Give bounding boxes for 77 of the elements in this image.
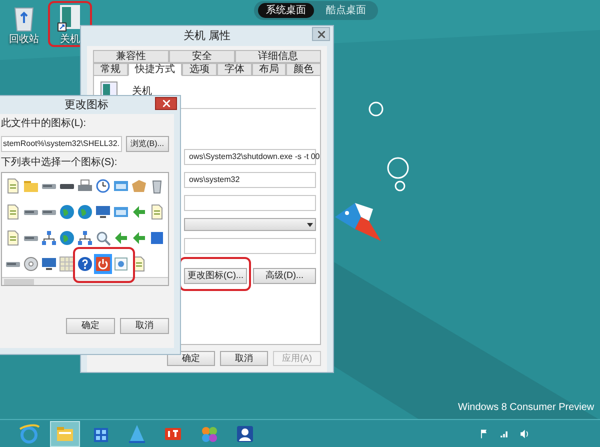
shortcut-name: 关机	[132, 84, 152, 98]
icon-option[interactable]	[40, 228, 58, 248]
network-icon	[41, 230, 57, 246]
icon-option[interactable]	[76, 202, 94, 222]
dialog-button[interactable]: 确定	[167, 351, 215, 366]
monitor-icon	[95, 204, 111, 220]
power-icon	[95, 256, 111, 272]
desktop-tab[interactable]: 酷点桌面	[318, 3, 374, 18]
volume-icon[interactable]	[518, 428, 530, 440]
globe-icon	[77, 204, 93, 220]
network-icon	[77, 230, 93, 246]
close-button[interactable]	[155, 97, 177, 110]
globe-icon	[59, 204, 75, 220]
text-field[interactable]	[184, 195, 316, 211]
printer-icon	[77, 178, 93, 194]
doc-icon	[5, 178, 21, 194]
window-title: 更改图标	[64, 98, 108, 113]
window-icon	[113, 178, 129, 194]
shortcut-icon[interactable]	[57, 4, 83, 32]
desktop-icon-label: 回收站	[9, 34, 39, 46]
tab[interactable]: 布局	[252, 63, 286, 76]
sail-icon	[126, 422, 148, 444]
icon-option[interactable]	[22, 254, 40, 274]
action-button[interactable]: 高级(D)...	[253, 268, 316, 284]
monitor-icon	[41, 256, 57, 272]
tab[interactable]: 选项	[182, 63, 218, 76]
window-title: 关机 属性	[183, 28, 231, 44]
search-icon	[95, 230, 111, 246]
caret-icon	[307, 222, 313, 226]
close-icon	[318, 30, 324, 38]
tab[interactable]: 安全	[169, 50, 235, 63]
disc-icon	[23, 256, 39, 272]
field-label: 此文件中的图标(L):	[1, 118, 87, 130]
close-icon	[162, 100, 170, 107]
tab[interactable]: 详细信息	[235, 50, 321, 63]
ie-icon	[18, 422, 40, 444]
clock-icon	[95, 178, 111, 194]
square-icon	[149, 230, 165, 246]
dialog-button[interactable]: 取消	[220, 351, 268, 366]
bubble-icon	[368, 101, 384, 117]
grid-icon	[59, 256, 75, 272]
arrow-icon	[131, 230, 147, 246]
doc-icon	[5, 230, 21, 246]
arrow-icon	[131, 204, 147, 220]
action-button[interactable]: 更改图标(C)...	[184, 268, 247, 284]
text-field[interactable]	[184, 238, 316, 254]
icon-option[interactable]	[58, 254, 76, 274]
field-label: 下列表中选择一个图标(S):	[1, 157, 118, 169]
os-version-text: Windows 8 Consumer Preview	[458, 401, 594, 415]
icon-option[interactable]	[94, 254, 112, 274]
close-button[interactable]	[312, 27, 330, 41]
doc-icon	[149, 204, 165, 220]
desktop-icon-label: 关机	[60, 34, 80, 46]
icon-option[interactable]	[58, 202, 76, 222]
tab[interactable]: 颜色	[286, 63, 322, 76]
arrow-icon	[113, 230, 129, 246]
globe-icon	[59, 230, 75, 246]
scanner-icon	[113, 256, 129, 272]
dialog-button[interactable]: 取消	[120, 318, 169, 334]
icon-option[interactable]	[58, 228, 76, 248]
horizontal-scrollbar[interactable]	[2, 277, 168, 285]
help-icon	[77, 256, 93, 272]
window-icon	[113, 204, 129, 220]
dialog-button[interactable]: 确定	[66, 318, 115, 334]
browse-button[interactable]: 浏览(B)...	[126, 136, 169, 152]
dropdown[interactable]	[184, 218, 316, 231]
tab[interactable]: 快捷方式	[128, 63, 182, 76]
folder-icon	[23, 178, 39, 194]
text-field[interactable]: ows\system32	[184, 172, 316, 188]
path-field[interactable]: stemRoot%\system32\SHELL32.	[1, 136, 122, 152]
desktop-tab[interactable]: 系统桌面	[258, 3, 314, 18]
icon-option[interactable]	[76, 228, 94, 248]
doc-icon	[5, 204, 21, 220]
tab[interactable]: 字体	[217, 63, 252, 76]
tab[interactable]: 兼容性	[93, 50, 169, 63]
icon-option[interactable]	[76, 254, 94, 274]
tab[interactable]: 常规	[93, 63, 128, 76]
